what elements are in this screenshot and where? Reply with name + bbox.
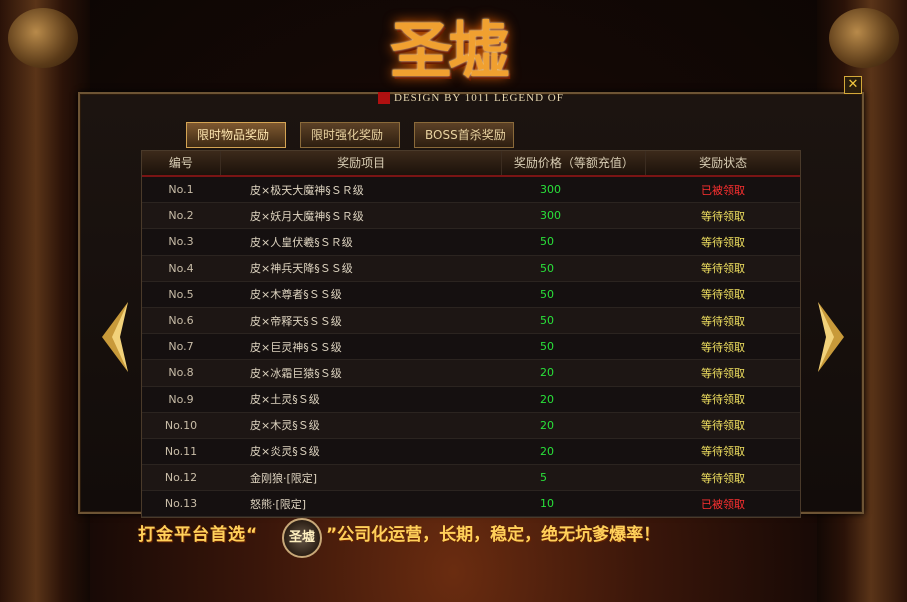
table-row: No.6 皮×帝释天§ＳＳ级 50 等待领取 xyxy=(142,307,800,335)
row-item: 皮×神兵天降§ＳＳ级 xyxy=(250,262,353,276)
row-price: 50 xyxy=(540,235,554,249)
table-row: No.13 怒熊·[限定] 10 已被领取 xyxy=(142,491,800,518)
header-number: 编号 xyxy=(142,151,221,175)
row-number: No.2 xyxy=(168,209,194,223)
row-item: 皮×木灵§Ｓ级 xyxy=(250,419,320,433)
row-item: 皮×巨灵神§ＳＳ级 xyxy=(250,340,342,354)
row-number: No.10 xyxy=(164,418,198,432)
row-number: No.13 xyxy=(164,497,198,511)
close-button[interactable]: ✕ xyxy=(844,76,862,94)
row-item: 怒熊·[限定] xyxy=(250,497,307,511)
row-price: 50 xyxy=(540,261,554,275)
row-status[interactable]: 等待领取 xyxy=(646,313,800,329)
table-row: No.3 皮×人皇伏羲§ＳＲ级 50 等待领取 xyxy=(142,229,800,256)
row-status[interactable]: 等待领取 xyxy=(646,339,800,355)
prev-page-arrow[interactable] xyxy=(102,302,128,372)
row-item: 皮×土灵§Ｓ级 xyxy=(250,393,320,407)
table-row: No.9 皮×土灵§Ｓ级 20 等待领取 xyxy=(142,386,800,413)
dragon-ornament-left xyxy=(0,0,90,602)
row-price: 20 xyxy=(540,392,554,406)
row-item: 皮×妖月大魔神§ＳＲ级 xyxy=(250,209,364,223)
table-row: No.8 皮×冰霜巨猿§Ｓ级 20 等待领取 xyxy=(142,360,800,387)
row-price: 20 xyxy=(540,366,554,380)
row-item: 皮×炎灵§Ｓ级 xyxy=(250,445,320,459)
row-item: 皮×冰霜巨猿§Ｓ级 xyxy=(250,366,342,380)
arrow-right-icon xyxy=(818,302,844,372)
logo-title: 圣墟 xyxy=(390,14,510,87)
dragon-head-right-icon xyxy=(829,8,899,68)
row-number: No.5 xyxy=(168,287,194,301)
header-status: 奖励状态 xyxy=(699,156,748,170)
row-price: 5 xyxy=(540,471,547,485)
row-number: No.3 xyxy=(168,235,194,249)
arrow-left-icon xyxy=(102,302,128,372)
table-row: No.11 皮×炎灵§Ｓ级 20 等待领取 xyxy=(142,438,800,466)
row-price: 50 xyxy=(540,287,554,301)
row-status[interactable]: 等待领取 xyxy=(646,234,800,250)
header-price: 奖励价格（等额充值） xyxy=(502,151,647,175)
table-row: No.1 皮×极天大魔神§ＳＲ级 300 已被领取 xyxy=(142,177,800,204)
row-number: No.9 xyxy=(168,392,194,406)
table-row: No.7 皮×巨灵神§ＳＳ级 50 等待领取 xyxy=(142,334,800,361)
row-status[interactable]: 等待领取 xyxy=(646,470,800,486)
next-page-arrow[interactable] xyxy=(818,302,844,372)
tab-limited-items[interactable]: 限时物品奖励 xyxy=(186,122,286,148)
logo-subtitle: DESIGN BY 1011 LEGEND OF xyxy=(394,92,564,104)
tab-limited-enhance[interactable]: 限时强化奖励 xyxy=(300,122,400,148)
row-status[interactable]: 等待领取 xyxy=(646,365,800,381)
table-row: No.5 皮×木尊者§ＳＳ级 50 等待领取 xyxy=(142,281,800,308)
row-price: 50 xyxy=(540,340,554,354)
row-item: 皮×极天大魔神§ＳＲ级 xyxy=(250,183,364,197)
row-status[interactable]: 等待领取 xyxy=(646,208,800,224)
row-status[interactable]: 等待领取 xyxy=(646,286,800,302)
row-number: No.4 xyxy=(168,261,194,275)
logo-stamp-icon xyxy=(378,92,390,104)
row-price: 50 xyxy=(540,314,554,328)
promo-banner-part2: ”公司化运营，长期，稳定，绝无坑爹爆率！ xyxy=(326,525,661,545)
row-status[interactable]: 已被领取 xyxy=(646,182,800,198)
row-number: No.12 xyxy=(164,471,198,485)
row-status[interactable]: 等待领取 xyxy=(646,260,800,276)
row-number: No.7 xyxy=(168,340,194,354)
table-row: No.10 皮×木灵§Ｓ级 20 等待领取 xyxy=(142,412,800,439)
row-status[interactable]: 已被领取 xyxy=(646,496,800,512)
row-number: No.8 xyxy=(168,366,194,380)
row-item: 皮×帝释天§ＳＳ级 xyxy=(250,314,342,328)
row-status[interactable]: 等待领取 xyxy=(646,443,800,459)
header-item: 奖励项目 xyxy=(221,151,503,175)
row-price: 300 xyxy=(540,209,561,223)
table-row: No.12 金刚狼·[限定] 5 等待领取 xyxy=(142,465,800,492)
row-price: 300 xyxy=(540,183,561,197)
promo-banner-part1: 打金平台首选“ xyxy=(138,525,259,545)
reward-table: 编号 奖励项目 奖励价格（等额充值） 奖励状态 No.1 皮×极天大魔神§ＳＲ级 3… xyxy=(141,150,801,519)
table-row: No.4 皮×神兵天降§ＳＳ级 50 等待领取 xyxy=(142,255,800,282)
table-body: No.1 皮×极天大魔神§ＳＲ级 300 已被领取 No.2 皮×妖月大魔神§ＳＲ级 300… xyxy=(142,177,800,518)
row-price: 20 xyxy=(540,418,554,432)
row-number: No.11 xyxy=(164,444,198,458)
row-item: 皮×木尊者§ＳＳ级 xyxy=(250,288,342,302)
banner-logo-badge: 圣墟 xyxy=(282,518,322,558)
game-logo: 圣墟 DESIGN BY 1011 LEGEND OF xyxy=(350,0,563,110)
row-item: 金刚狼·[限定] xyxy=(250,471,318,485)
tab-boss-first-kill[interactable]: BOSS首杀奖励 xyxy=(414,122,514,148)
row-price: 20 xyxy=(540,444,554,458)
row-status[interactable]: 等待领取 xyxy=(646,391,800,407)
row-number: No.1 xyxy=(168,183,194,197)
row-item: 皮×人皇伏羲§ＳＲ级 xyxy=(250,235,353,249)
dragon-head-left-icon xyxy=(8,8,78,68)
row-price: 10 xyxy=(540,497,554,511)
row-number: No.6 xyxy=(168,314,194,328)
table-header: 编号 奖励项目 奖励价格（等额充值） 奖励状态 xyxy=(142,151,800,177)
table-row: No.2 皮×妖月大魔神§ＳＲ级 300 等待领取 xyxy=(142,203,800,230)
row-status[interactable]: 等待领取 xyxy=(646,417,800,433)
